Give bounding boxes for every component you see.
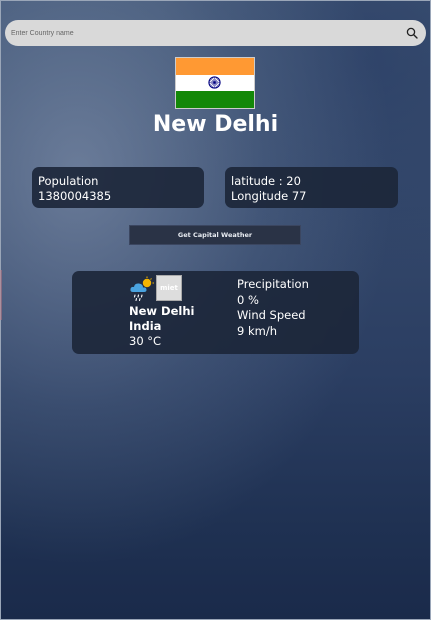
broken-image-placeholder: miet: [156, 275, 182, 301]
weather-card: miet New Delhi India 30 °C Precipitation…: [72, 271, 359, 354]
wind-speed-label: Wind Speed: [237, 308, 306, 322]
ashoka-chakra-icon: [208, 76, 221, 89]
population-value: 1380004385: [38, 189, 112, 203]
search-bar[interactable]: [5, 20, 426, 46]
capital-title: New Delhi: [152, 112, 279, 137]
longitude-text: Longitude 77: [231, 189, 307, 203]
weather-temperature: 30 °C: [129, 334, 162, 348]
precipitation-label: Precipitation: [237, 277, 309, 291]
edge-decoration: [0, 270, 2, 320]
get-capital-weather-button[interactable]: Get Capital Weather: [129, 225, 301, 245]
cloud-sun-rain-icon: [130, 276, 154, 302]
wind-speed-value: 9 km/h: [237, 323, 277, 338]
flag-green-band: [176, 91, 254, 108]
population-label: Population: [38, 174, 99, 188]
weather-city: New Delhi: [129, 304, 195, 318]
precipitation-value: 0 %: [237, 292, 259, 307]
weather-country: India: [129, 319, 162, 333]
flag-white-band: [176, 74, 254, 92]
population-card: Population 1380004385: [32, 167, 204, 208]
country-flag: [175, 57, 255, 109]
coordinates-card: latitude : 20 Longitude 77: [225, 167, 398, 208]
search-icon[interactable]: [406, 27, 418, 39]
latitude-text: latitude : 20: [231, 174, 301, 188]
weather-details: Precipitation 0 % Wind Speed 9 km/h: [237, 277, 309, 339]
flag-saffron-band: [176, 58, 254, 75]
search-input[interactable]: [11, 24, 391, 42]
